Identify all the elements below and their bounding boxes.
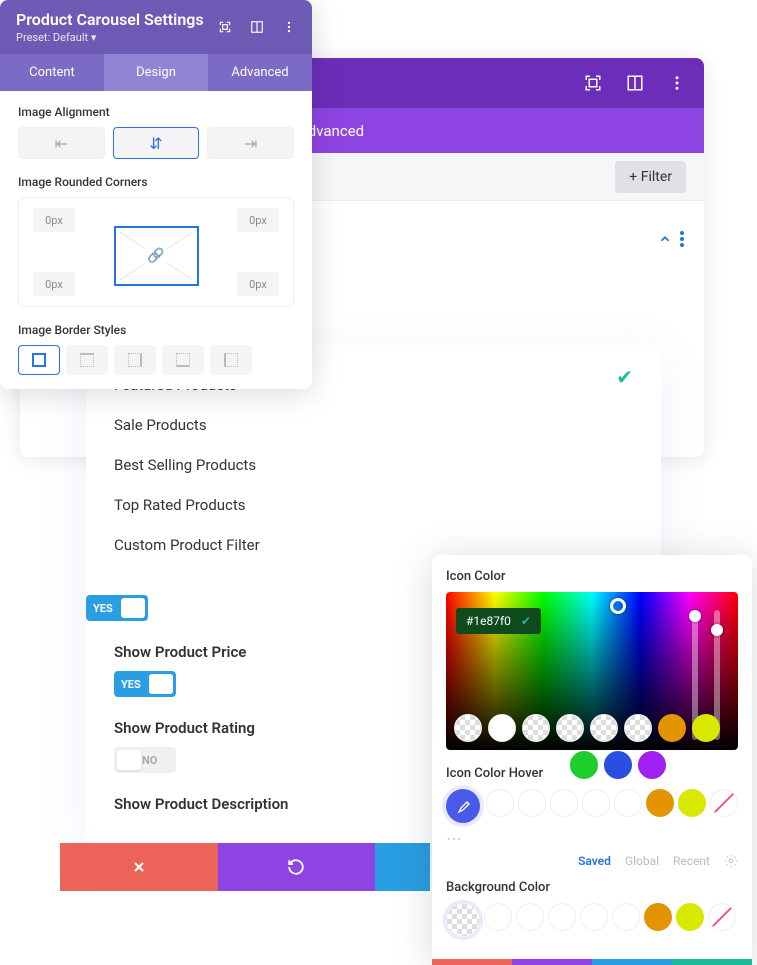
more-dots-icon[interactable]: ⋯ bbox=[446, 829, 738, 848]
cp-tab-recent[interactable]: Recent bbox=[673, 854, 710, 868]
swatch-none[interactable] bbox=[710, 789, 738, 817]
border-styles-label: Image Border Styles bbox=[18, 323, 294, 337]
swatch-transparent[interactable] bbox=[454, 714, 482, 742]
border-left-button[interactable] bbox=[210, 345, 252, 375]
undo-icon bbox=[287, 858, 305, 876]
swatch-purple[interactable] bbox=[638, 751, 666, 779]
color-cursor[interactable] bbox=[610, 598, 626, 614]
check-icon: ✔ bbox=[616, 365, 633, 389]
swatch-empty[interactable] bbox=[550, 789, 578, 817]
color-source-tabs: Saved Global Recent bbox=[446, 854, 738, 868]
section-more-icon[interactable] bbox=[680, 231, 684, 247]
icon-color-label: Icon Color bbox=[446, 569, 738, 584]
cp-tab-global[interactable]: Global bbox=[625, 854, 659, 868]
swatch-empty[interactable] bbox=[516, 903, 544, 931]
border-right-button[interactable] bbox=[114, 345, 156, 375]
toggle-yes-label: YES bbox=[114, 678, 141, 691]
swatch-yellow[interactable] bbox=[692, 714, 720, 742]
carousel-settings-panel: Product Carousel Settings Preset: Defaul… bbox=[0, 0, 312, 389]
swatch-empty[interactable] bbox=[484, 903, 512, 931]
gear-icon[interactable] bbox=[724, 854, 738, 868]
align-right-button[interactable]: ⇥ bbox=[207, 127, 294, 159]
swatch-transparent[interactable] bbox=[522, 714, 550, 742]
swatch-transparent[interactable] bbox=[624, 714, 652, 742]
swatch-green[interactable] bbox=[570, 751, 598, 779]
eyedropper-button[interactable] bbox=[446, 789, 480, 823]
swatch-orange[interactable] bbox=[658, 714, 686, 742]
tab-design[interactable]: Design bbox=[104, 54, 208, 91]
rounded-corners-label: Image Rounded Corners bbox=[18, 175, 294, 189]
swatch-transparent[interactable] bbox=[590, 714, 618, 742]
border-top-button[interactable] bbox=[66, 345, 108, 375]
settings-tabs: Content Design Advanced bbox=[0, 54, 312, 91]
background-color-label: Background Color bbox=[446, 880, 738, 895]
undo-button[interactable] bbox=[218, 843, 376, 891]
layout-icon[interactable] bbox=[250, 20, 264, 34]
toggle-show-price[interactable]: YES bbox=[114, 671, 176, 697]
align-left-button[interactable]: ⇤ bbox=[18, 127, 105, 159]
toggle-yes-label: YES bbox=[86, 602, 113, 615]
swatch-yellow[interactable] bbox=[676, 903, 704, 931]
border-bottom-button[interactable] bbox=[162, 345, 204, 375]
swatch-transparent[interactable] bbox=[556, 714, 584, 742]
gradient-preset-row bbox=[454, 714, 720, 742]
corners-control: 🔗 bbox=[18, 197, 294, 307]
toggle-unlabeled[interactable]: YES bbox=[86, 595, 148, 621]
image-alignment-label: Image Alignment bbox=[18, 105, 294, 119]
swatch-orange[interactable] bbox=[646, 789, 674, 817]
collapse-chevron-icon[interactable] bbox=[658, 232, 672, 246]
dropdown-item-bestselling[interactable]: Best Selling Products bbox=[114, 445, 633, 485]
swatch-blue[interactable] bbox=[604, 751, 632, 779]
cancel-button[interactable] bbox=[60, 843, 218, 891]
corner-tr-input[interactable] bbox=[237, 208, 279, 232]
dropdown-item-toprated[interactable]: Top Rated Products bbox=[114, 485, 633, 525]
corner-preview: 🔗 bbox=[114, 226, 199, 286]
corner-br-input[interactable] bbox=[237, 272, 279, 296]
expand-icon[interactable] bbox=[218, 20, 232, 34]
overflow-swatches bbox=[570, 751, 666, 779]
dropdown-item-sale[interactable]: Sale Products bbox=[114, 405, 633, 445]
swatch-empty[interactable] bbox=[612, 903, 640, 931]
swatch-empty[interactable] bbox=[548, 903, 576, 931]
hex-confirm-icon[interactable]: ✔ bbox=[521, 614, 531, 628]
close-icon bbox=[131, 859, 147, 875]
tab-content[interactable]: Content bbox=[0, 54, 104, 91]
hover-swatch-row bbox=[446, 789, 738, 823]
action-bar bbox=[60, 843, 430, 891]
swatch-transparent-active[interactable] bbox=[446, 903, 480, 937]
corner-bl-input[interactable] bbox=[33, 272, 75, 296]
panel-header: Product Carousel Settings Preset: Defaul… bbox=[0, 0, 312, 54]
filter-button[interactable]: + Filter bbox=[615, 161, 686, 193]
toggle-show-rating[interactable]: NO bbox=[114, 747, 176, 773]
swatch-empty[interactable] bbox=[614, 789, 642, 817]
color-picker-panel: Icon Color #1e87f0 ✔ Icon Color bbox=[432, 555, 752, 965]
save-button[interactable] bbox=[375, 843, 430, 891]
border-all-button[interactable] bbox=[18, 345, 60, 375]
swatch-yellow[interactable] bbox=[678, 789, 706, 817]
align-center-button[interactable]: ⇵ bbox=[113, 127, 200, 159]
corner-tl-input[interactable] bbox=[33, 208, 75, 232]
panel-title: Product Carousel Settings bbox=[16, 10, 204, 29]
swatch-empty[interactable] bbox=[582, 789, 610, 817]
color-strip bbox=[432, 959, 752, 965]
swatch-orange[interactable] bbox=[644, 903, 672, 931]
eyedropper-icon bbox=[455, 798, 471, 814]
focus-icon[interactable] bbox=[584, 74, 602, 92]
bg-swatch-row bbox=[446, 903, 738, 937]
swatch-none[interactable] bbox=[708, 903, 736, 931]
swatch-empty[interactable] bbox=[580, 903, 608, 931]
swatch-empty[interactable] bbox=[486, 789, 514, 817]
kebab-icon[interactable] bbox=[282, 20, 296, 34]
swatch-empty[interactable] bbox=[518, 789, 546, 817]
preset-selector[interactable]: Preset: Default ▾ bbox=[16, 31, 204, 44]
panel-icon[interactable] bbox=[626, 74, 644, 92]
color-gradient[interactable]: #1e87f0 ✔ bbox=[446, 592, 738, 750]
tab-advanced[interactable]: Advanced bbox=[208, 54, 312, 91]
link-icon[interactable]: 🔗 bbox=[145, 246, 166, 266]
hex-display[interactable]: #1e87f0 ✔ bbox=[456, 608, 541, 634]
swatch-white[interactable] bbox=[488, 714, 516, 742]
more-icon[interactable] bbox=[668, 74, 686, 92]
cp-tab-saved[interactable]: Saved bbox=[578, 854, 611, 868]
